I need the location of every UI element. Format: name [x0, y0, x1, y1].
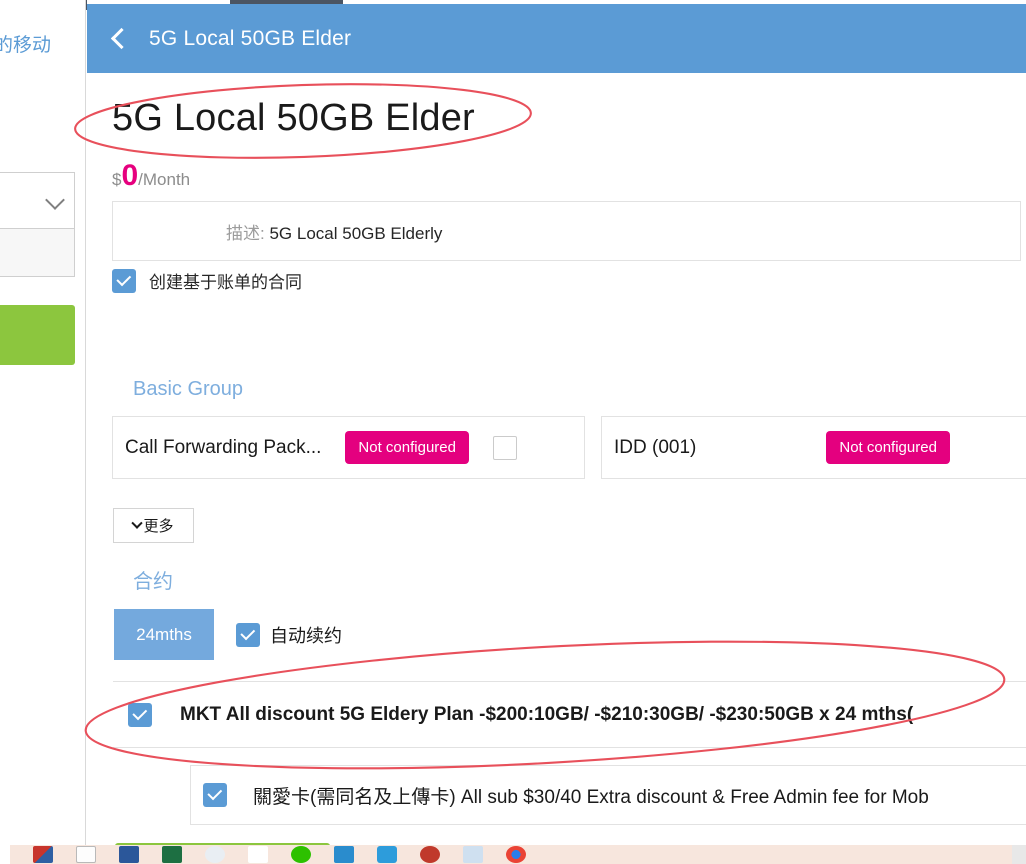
description-box: 描述: 5G Local 50GB Elderly: [112, 201, 1021, 261]
chrome-icon[interactable]: [506, 846, 526, 863]
chevron-down-icon: [131, 517, 144, 529]
basic-group-heading: Basic Group: [133, 378, 244, 400]
price-value: 0: [121, 159, 139, 192]
sub-discount-label: 關愛卡(需同名及上傳卡) All sub $30/40 Extra discou…: [253, 786, 929, 808]
more-button-label: 更多: [143, 518, 174, 535]
price-row: $ 0 /Month: [112, 161, 190, 191]
card-call-forwarding-name: Call Forwarding Pack...: [125, 436, 322, 458]
wechat-icon[interactable]: [291, 846, 311, 863]
left-panel-dropdown[interactable]: [0, 172, 75, 229]
taskbar-icon-list: [0, 846, 526, 863]
basic-group-cards: Call Forwarding Pack... Not configured I…: [112, 416, 1026, 479]
contract-term-pill[interactable]: 24mths: [114, 609, 214, 660]
discount-checkbox[interactable]: [128, 702, 152, 727]
camera-app-icon[interactable]: [420, 846, 440, 863]
notepad-edit-icon[interactable]: [76, 846, 96, 863]
excel-icon[interactable]: [162, 846, 182, 863]
taskbar-left-gap: [0, 845, 10, 864]
page-title: 5G Local 50GB Elder: [112, 97, 475, 139]
left-panel-action-button[interactable]: [0, 305, 75, 365]
translate-icon[interactable]: [334, 846, 354, 863]
contract-heading: 合约: [133, 571, 173, 593]
card-call-forwarding-checkbox[interactable]: [492, 435, 517, 460]
app-header-title: 5G Local 50GB Elder: [149, 26, 352, 50]
screen-root: 的移动 5G Local 50GB Elder 5G Local 50GB El…: [0, 0, 1026, 864]
discount-row[interactable]: MKT All discount 5G Eldery Plan -$200:10…: [113, 681, 1026, 748]
card-call-forwarding-status-badge[interactable]: Not configured: [345, 431, 469, 464]
contacts-icon[interactable]: [205, 846, 225, 863]
notes-icon[interactable]: [463, 846, 483, 863]
contract-term-row: 24mths 自动续约: [114, 609, 342, 660]
billing-contract-row: 创建基于账单的合同: [112, 268, 302, 293]
billing-contract-checkbox[interactable]: [112, 268, 136, 293]
chevron-left-icon: [110, 27, 132, 50]
description-value: 5G Local 50GB Elderly: [269, 223, 443, 243]
auto-renew-label: 自动续约: [270, 625, 342, 646]
price-period: /Month: [138, 170, 191, 189]
gitee-icon[interactable]: [248, 846, 268, 863]
card-idd-name: IDD (001): [614, 436, 697, 458]
windows-taskbar: [0, 845, 1026, 864]
card-idd[interactable]: IDD (001) Not configured: [601, 416, 1026, 479]
back-button[interactable]: [87, 4, 149, 73]
auto-renew-checkbox[interactable]: [236, 622, 260, 647]
discount-label: MKT All discount 5G Eldery Plan -$200:10…: [180, 703, 914, 725]
taskbar-right-gap: [1012, 845, 1026, 864]
more-button[interactable]: 更多: [113, 508, 194, 543]
chevron-down-icon: [45, 190, 65, 210]
sub-discount-checkbox[interactable]: [203, 783, 227, 807]
auto-renew-group: 自动续约: [236, 622, 342, 648]
app-header-bar: 5G Local 50GB Elder: [87, 4, 1026, 73]
intellij-icon[interactable]: [33, 846, 53, 863]
left-panel-title: 的移动: [0, 35, 52, 56]
description-text: 描述: 5G Local 50GB Elderly: [226, 219, 442, 244]
word-icon[interactable]: [119, 846, 139, 863]
app-window: 5G Local 50GB Elder 5G Local 50GB Elder …: [87, 4, 1026, 845]
left-panel-dropdown-secondary[interactable]: [0, 229, 75, 277]
left-side-panel: 的移动: [0, 0, 86, 845]
description-label: 描述:: [226, 223, 265, 243]
price-currency: $: [112, 170, 122, 189]
page-content: 5G Local 50GB Elder $ 0 /Month 描述: 5G Lo…: [87, 73, 1026, 845]
water-drop-icon[interactable]: [377, 846, 397, 863]
billing-contract-label: 创建基于账单的合同: [149, 273, 302, 292]
card-call-forwarding[interactable]: Call Forwarding Pack... Not configured: [112, 416, 585, 479]
card-idd-status-badge[interactable]: Not configured: [826, 431, 950, 464]
sub-discount-row[interactable]: 關愛卡(需同名及上傳卡) All sub $30/40 Extra discou…: [190, 765, 1026, 825]
